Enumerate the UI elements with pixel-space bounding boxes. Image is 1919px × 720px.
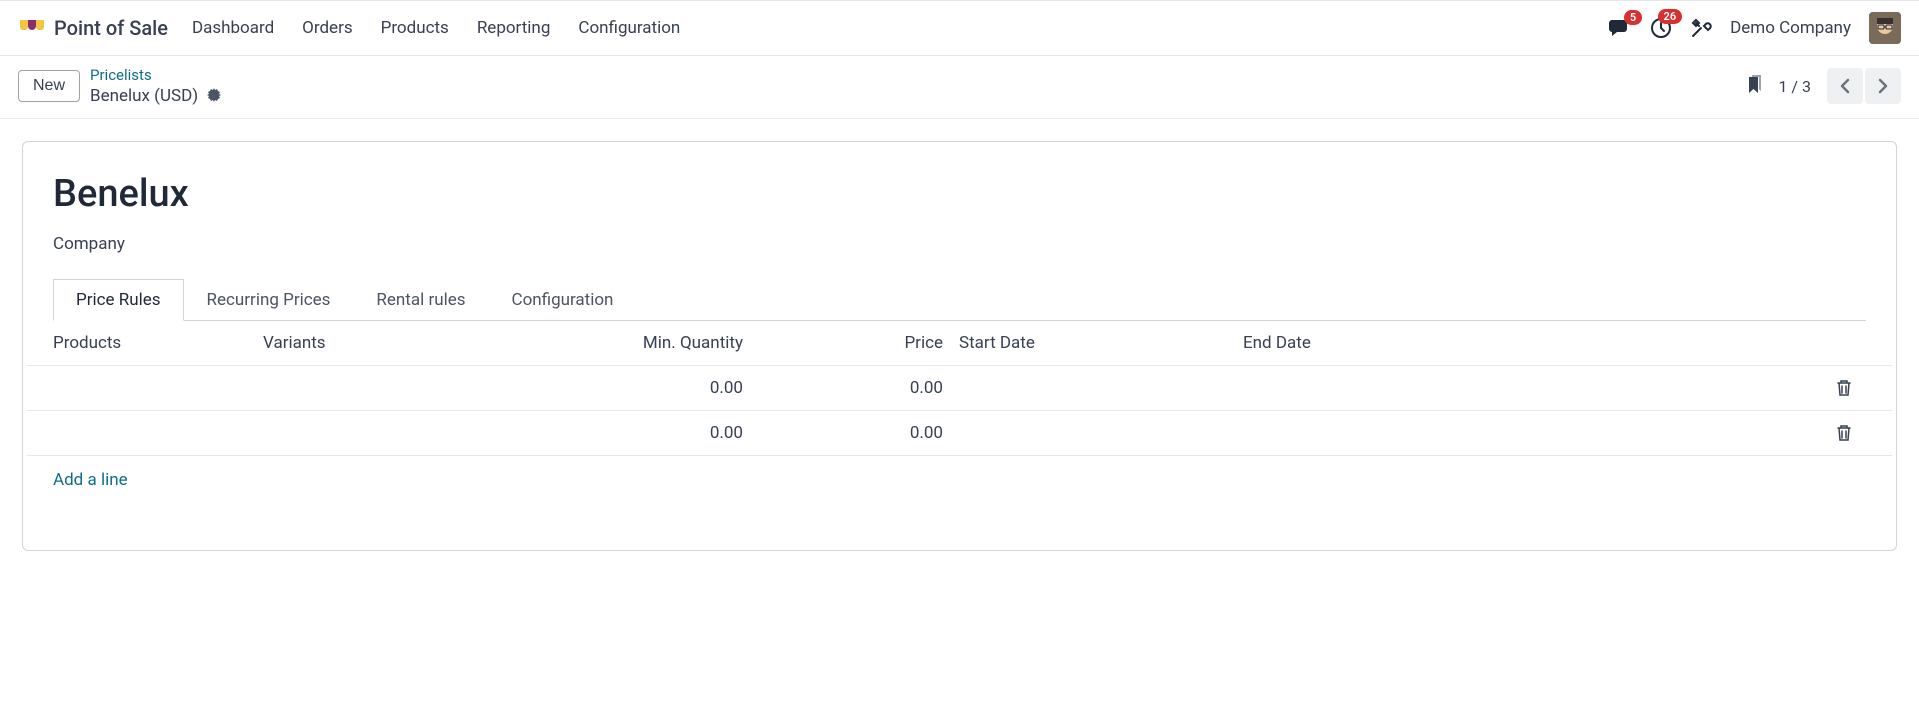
chevron-left-icon [1839, 77, 1851, 95]
messages-badge: 5 [1624, 10, 1642, 25]
cell-price[interactable]: 0.00 [743, 378, 943, 398]
cell-min-quantity[interactable]: 0.00 [523, 423, 743, 443]
col-header-variants[interactable]: Variants [263, 333, 523, 353]
company-switcher[interactable]: Demo Company [1730, 18, 1851, 38]
tools-icon [1690, 17, 1712, 39]
breadcrumb: Pricelists Benelux (USD) [90, 66, 1746, 106]
record-actions-button[interactable] [206, 88, 222, 104]
pager-prev-button[interactable] [1827, 68, 1863, 104]
activities-badge: 26 [1658, 9, 1683, 24]
pricelist-name-field[interactable]: Benelux [53, 172, 1866, 216]
col-header-price[interactable]: Price [743, 333, 943, 353]
top-navbar: Point of Sale Dashboard Orders Products … [0, 0, 1919, 56]
app-brand[interactable]: Point of Sale [18, 16, 168, 40]
app-name: Point of Sale [54, 16, 168, 40]
breadcrumb-current: Benelux (USD) [90, 86, 198, 106]
activities-button[interactable]: 26 [1650, 17, 1672, 39]
nav-dashboard[interactable]: Dashboard [192, 18, 274, 38]
col-header-start-date[interactable]: Start Date [943, 333, 1243, 353]
col-header-end-date[interactable]: End Date [1243, 333, 1836, 353]
form-content: Benelux Company Price Rules Recurring Pr… [0, 119, 1919, 573]
gear-icon [206, 88, 222, 104]
topbar-right: 5 26 Demo Company [1608, 12, 1901, 44]
grid-row[interactable]: 0.00 0.00 [27, 366, 1892, 411]
tab-recurring-prices[interactable]: Recurring Prices [184, 279, 354, 321]
new-button[interactable]: New [18, 70, 80, 102]
main-nav: Dashboard Orders Products Reporting Conf… [192, 18, 1608, 38]
pager-next-button[interactable] [1865, 68, 1901, 104]
add-line-row: Add a line [27, 456, 1892, 550]
bookmark-button[interactable] [1746, 75, 1764, 97]
avatar-icon [1869, 12, 1901, 44]
col-header-min-quantity[interactable]: Min. Quantity [523, 333, 743, 353]
cell-price[interactable]: 0.00 [743, 423, 943, 443]
trash-icon [1836, 424, 1852, 442]
nav-orders[interactable]: Orders [302, 18, 352, 38]
cell-min-quantity[interactable]: 0.00 [523, 378, 743, 398]
tab-configuration[interactable]: Configuration [489, 279, 637, 321]
chevron-right-icon [1877, 77, 1889, 95]
notebook-tabs: Price Rules Recurring Prices Rental rule… [53, 278, 1866, 321]
bookmark-icon [1746, 75, 1764, 97]
add-line-button[interactable]: Add a line [53, 470, 128, 490]
nav-reporting[interactable]: Reporting [477, 18, 551, 38]
grid-header-row: Products Variants Min. Quantity Price St… [27, 321, 1892, 366]
trash-icon [1836, 379, 1852, 397]
tab-price-rules[interactable]: Price Rules [53, 279, 184, 321]
messages-button[interactable]: 5 [1608, 18, 1632, 38]
tab-rental-rules[interactable]: Rental rules [353, 279, 488, 321]
pager-counter[interactable]: 1 / 3 [1778, 77, 1811, 96]
row-delete-button[interactable] [1836, 424, 1866, 442]
price-rules-grid: Products Variants Min. Quantity Price St… [27, 321, 1892, 550]
col-header-products[interactable]: Products [53, 333, 263, 353]
user-avatar[interactable] [1869, 12, 1901, 44]
nav-products[interactable]: Products [381, 18, 449, 38]
row-delete-button[interactable] [1836, 379, 1866, 397]
control-panel: New Pricelists Benelux (USD) 1 / 3 [0, 56, 1919, 119]
control-right: 1 / 3 [1746, 68, 1901, 104]
app-logo-icon [18, 16, 46, 40]
form-sheet: Benelux Company Price Rules Recurring Pr… [22, 141, 1897, 551]
pager-buttons [1825, 68, 1901, 104]
breadcrumb-parent-link[interactable]: Pricelists [90, 66, 1746, 84]
company-field-label[interactable]: Company [53, 234, 1866, 254]
nav-configuration[interactable]: Configuration [578, 18, 680, 38]
grid-row[interactable]: 0.00 0.00 [27, 411, 1892, 456]
debug-button[interactable] [1690, 17, 1712, 39]
